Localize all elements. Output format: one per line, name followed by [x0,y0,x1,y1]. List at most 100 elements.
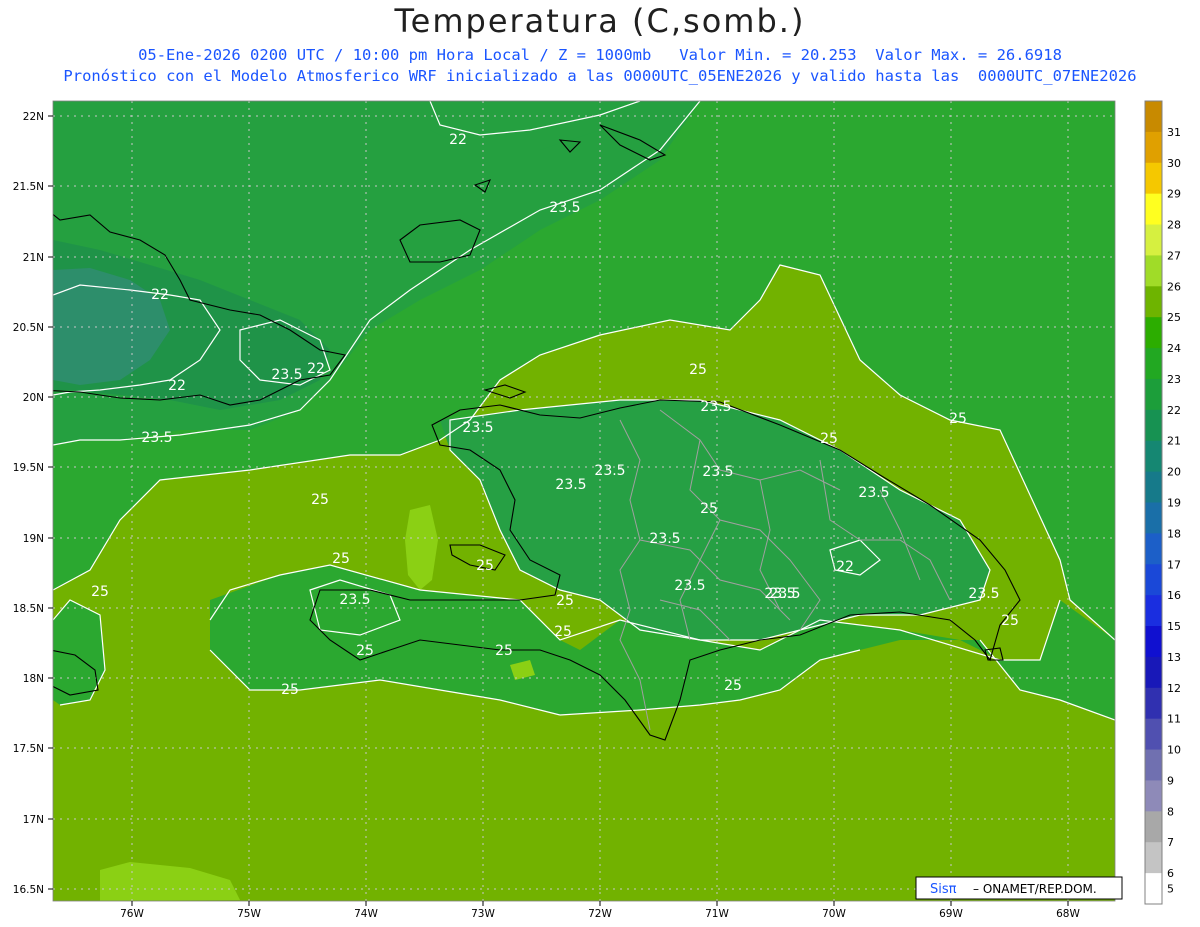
colorbar-swatch [1145,162,1162,195]
colorbar-label: 22 [1167,404,1181,417]
colorbar-label: 23 [1167,373,1181,386]
colorbar-swatch [1145,193,1162,226]
colorbar-swatch [1145,255,1162,287]
colorbar-swatch [1145,718,1162,751]
colorbar-swatch [1145,626,1162,658]
contour-label: 22 [307,361,325,377]
contour-label: 25 [1001,613,1019,629]
contour-label: 25 [476,558,494,574]
colorbar-label: 5 [1167,883,1174,896]
watermark-text: – ONAMET/REP.DOM. [973,882,1097,896]
lat-label: 19N [23,533,44,545]
lat-label: 17.5N [13,743,44,755]
lat-label: 18.5N [13,603,44,615]
longitude-axis: 76W 75W 74W 73W 72W 71W 70W 69W 68W [120,901,1080,920]
contour-label: 23.5 [549,200,580,216]
lon-label: 70W [822,908,846,920]
colorbar-swatch [1145,317,1162,349]
colorbar-swatch [1145,471,1162,503]
contour-label: 23.5 [674,578,705,594]
lat-label: 16.5N [13,884,44,896]
colorbar-swatch [1145,595,1162,627]
contour-label: 25 [700,501,718,517]
contour-label: 25 [311,492,329,508]
contour-label: 23.5 [555,477,586,493]
colorbar-label: 6 [1167,867,1174,880]
contour-label: 23.5 [649,531,680,547]
colorbar-label: 26 [1167,280,1181,293]
lat-label: 17N [23,814,44,826]
colorbar-label: 18 [1167,527,1181,540]
contour-label: 22 [836,559,854,575]
lon-label: 73W [471,908,495,920]
contour-label: 23.5 [968,586,999,602]
colorbar-swatch [1145,286,1162,318]
colorbar-label: 9 [1167,774,1174,787]
lat-label: 22N [23,111,44,123]
colorbar-label: 20 [1167,466,1181,479]
lon-label: 69W [939,908,963,920]
colorbar-label: 30 [1167,157,1181,170]
lon-label: 74W [354,908,378,920]
contour-label: 23.5 [702,464,733,480]
colorbar-swatch [1145,131,1162,164]
contour-label: 25 [949,411,967,427]
colorbar-swatch [1145,564,1162,596]
colorbar-swatch [1145,378,1162,411]
colorbar-label: 19 [1167,497,1181,510]
colorbar-swatch [1145,842,1162,874]
colorbar-swatch [1145,409,1162,442]
contour-label: 23.5 [271,367,302,383]
contour-label: 23.5 [700,399,731,415]
colorbar-label: 25 [1167,311,1181,324]
colorbar-swatch [1145,687,1162,720]
lat-label: 18N [23,673,44,685]
contour-label: 23.5 [858,485,889,501]
colorbar-label: 17 [1167,558,1181,571]
watermark-brand: Sisπ [930,882,957,897]
contour-label: 25 [332,551,350,567]
colorbar-swatch [1145,348,1162,380]
contour-label: 25 [689,362,707,378]
colorbar-swatch [1145,780,1162,812]
contour-label: 25 [820,431,838,447]
contour-label: 25 [724,678,742,694]
contour-label: 25 [556,593,574,609]
colorbar-label: 21 [1167,435,1181,448]
colorbar-label: 16 [1167,589,1181,602]
colorbar-label: 12 [1167,682,1181,695]
colorbar-label: 15 [1167,620,1181,633]
lat-label: 21.5N [13,181,44,193]
colorbar-swatch [1145,502,1162,534]
colorbar-swatch [1145,440,1162,473]
colorbar-swatch [1145,873,1162,905]
shaded-field [53,101,1115,901]
lon-label: 71W [705,908,729,920]
colorbar-label: 7 [1167,836,1174,849]
contour-label: 25 [91,584,109,600]
contour-label: 23.5 [141,430,172,446]
latitude-axis: 22N 21.5N 21N 20.5N 20N 19.5N 19N 18.5N 18N 17.5N… [13,111,53,896]
colorbar-swatch [1145,811,1162,843]
contour-label: 22 [168,378,186,394]
colorbar-label: 31 [1167,126,1181,139]
contour-label: 23.5 [462,420,493,436]
colorbar-label: 27 [1167,249,1181,262]
colorbar-swatch [1145,101,1162,133]
contour-label: 25 [281,682,299,698]
contour-label: 25 [356,643,374,659]
colorbar-label: 28 [1167,219,1181,232]
colorbar-label: 13 [1167,651,1181,664]
contour-label: 23.5 [339,592,370,608]
lon-label: 72W [588,908,612,920]
colorbar-label: 10 [1167,744,1181,757]
contour-label: 22 [151,287,169,303]
lon-label: 75W [237,908,261,920]
lat-label: 19.5N [13,462,44,474]
colorbar-label: 8 [1167,805,1174,818]
colorbar-swatch [1145,656,1162,689]
contour-label: 25 [554,624,572,640]
colorbar-label: 29 [1167,188,1181,201]
lon-label: 76W [120,908,144,920]
lon-label: 68W [1056,908,1080,920]
